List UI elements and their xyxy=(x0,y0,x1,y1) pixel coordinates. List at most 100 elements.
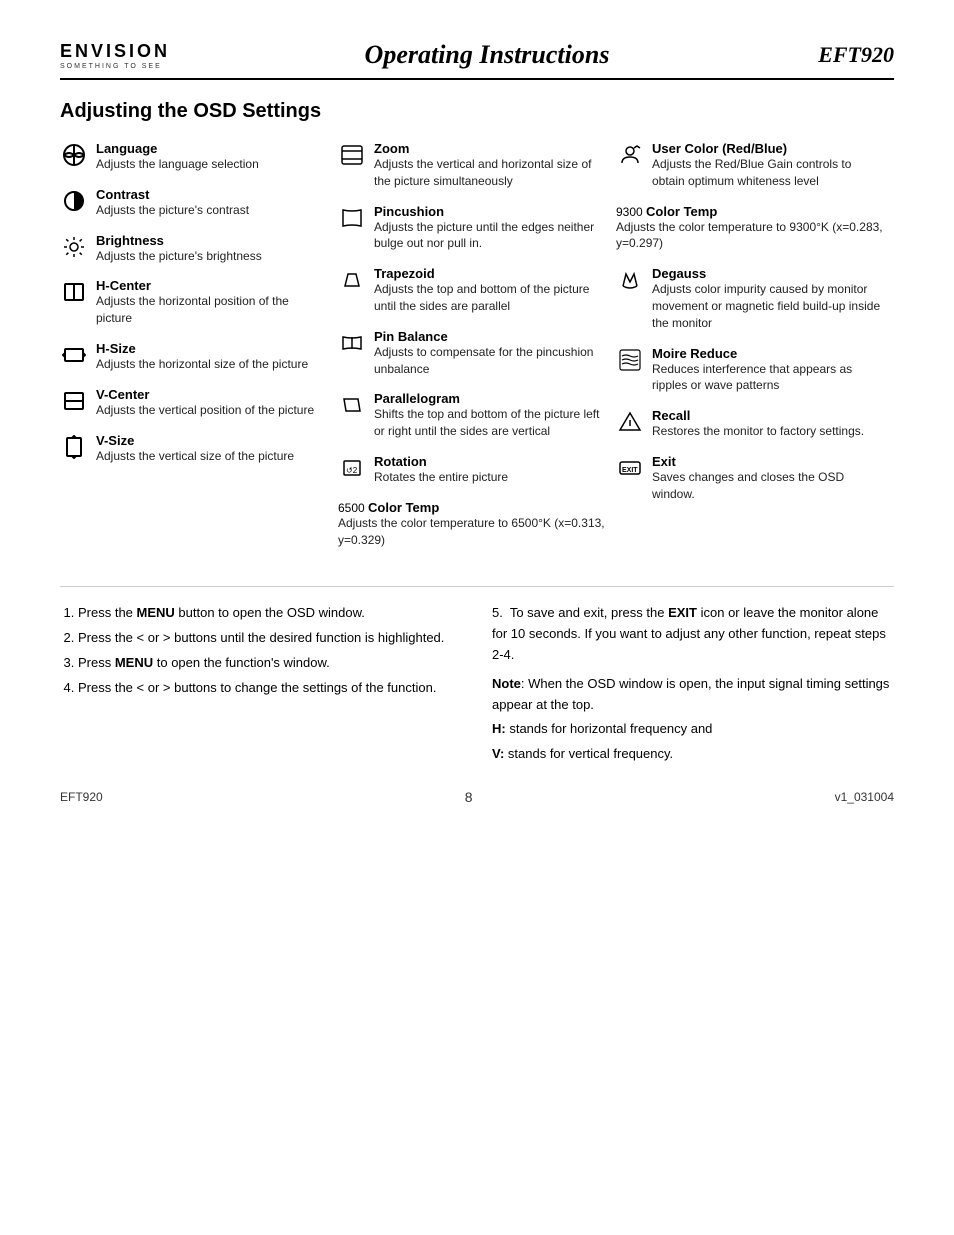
brightness-text: Brightness Adjusts the picture's brightn… xyxy=(96,233,328,265)
instruction-5: 5. To save and exit, press the EXIT icon… xyxy=(492,603,894,665)
instructions-list: Press the MENU button to open the OSD wi… xyxy=(60,603,462,698)
recall-label: Recall xyxy=(652,408,884,423)
footer: EFT920 8 v1_031004 xyxy=(60,789,894,805)
hcenter-desc: Adjusts the horizontal position of the p… xyxy=(96,293,328,327)
trapezoid-desc: Adjusts the top and bottom of the pictur… xyxy=(374,281,606,315)
note-v: V: stands for vertical frequency. xyxy=(492,744,894,765)
note-osd: Note: When the OSD window is open, the i… xyxy=(492,674,894,716)
vsize-desc: Adjusts the vertical size of the picture xyxy=(96,448,328,465)
language-desc: Adjusts the language selection xyxy=(96,156,328,173)
osd-item-brightness: Brightness Adjusts the picture's brightn… xyxy=(60,233,328,265)
osd-item-vcenter: V-Center Adjusts the vertical position o… xyxy=(60,387,328,419)
osd-item-contrast: Contrast Adjusts the picture's contrast xyxy=(60,187,328,219)
parallelogram-icon xyxy=(338,393,366,417)
colortemp9300-label: 9300 Color Temp xyxy=(616,204,884,219)
contrast-label: Contrast xyxy=(96,187,328,202)
vcenter-desc: Adjusts the vertical position of the pic… xyxy=(96,402,328,419)
pinbalance-desc: Adjusts to compensate for the pincushion… xyxy=(374,344,606,378)
zoom-icon xyxy=(338,143,366,167)
hcenter-icon xyxy=(60,280,88,304)
osd-column-2: Zoom Adjusts the vertical and horizontal… xyxy=(338,141,616,562)
usercolor-icon xyxy=(616,143,644,167)
exit-desc: Saves changes and closes the OSD window. xyxy=(652,469,884,503)
osd-item-parallelogram: Parallelogram Shifts the top and bottom … xyxy=(338,391,606,440)
osd-item-colortemp6500: 6500 Color Temp Adjusts the color temper… xyxy=(338,500,606,549)
instruction-4: Press the < or > buttons to change the s… xyxy=(78,678,462,699)
zoom-label: Zoom xyxy=(374,141,606,156)
page: ENVISION SOMETHING TO SEE Operating Inst… xyxy=(0,0,954,845)
osd-item-usercolor: User Color (Red/Blue) Adjusts the Red/Bl… xyxy=(616,141,884,190)
brand: ENVISION SOMETHING TO SEE xyxy=(60,41,180,70)
zoom-text: Zoom Adjusts the vertical and horizontal… xyxy=(374,141,606,190)
brightness-label: Brightness xyxy=(96,233,328,248)
language-text: Language Adjusts the language selection xyxy=(96,141,328,173)
brand-name: ENVISION xyxy=(60,41,180,62)
vcenter-icon xyxy=(60,389,88,413)
pincushion-icon xyxy=(338,206,366,230)
moire-desc: Reduces interference that appears as rip… xyxy=(652,361,884,395)
pincushion-desc: Adjusts the picture until the edges neit… xyxy=(374,219,606,253)
instructions-section: Press the MENU button to open the OSD wi… xyxy=(60,603,894,769)
osd-item-pinbalance: Pin Balance Adjusts to compensate for th… xyxy=(338,329,606,378)
colortemp6500-text: 6500 Color Temp Adjusts the color temper… xyxy=(338,500,606,549)
recall-text: Recall Restores the monitor to factory s… xyxy=(652,408,884,440)
hsize-label: H-Size xyxy=(96,341,328,356)
hcenter-label: H-Center xyxy=(96,278,328,293)
vcenter-label: V-Center xyxy=(96,387,328,402)
section-title: Adjusting the OSD Settings xyxy=(60,100,894,123)
instructions-right: 5. To save and exit, press the EXIT icon… xyxy=(492,603,894,769)
brightness-desc: Adjusts the picture's brightness xyxy=(96,248,328,265)
moire-text: Moire Reduce Reduces interference that a… xyxy=(652,346,884,395)
recall-icon xyxy=(616,410,644,434)
usercolor-desc: Adjusts the Red/Blue Gain controls to ob… xyxy=(652,156,884,190)
degauss-desc: Adjusts color impurity caused by monitor… xyxy=(652,281,884,331)
svg-text:EXIT: EXIT xyxy=(622,467,638,474)
contrast-text: Contrast Adjusts the picture's contrast xyxy=(96,187,328,219)
exit-label: Exit xyxy=(652,454,884,469)
trapezoid-text: Trapezoid Adjusts the top and bottom of … xyxy=(374,266,606,315)
parallelogram-label: Parallelogram xyxy=(374,391,606,406)
osd-item-degauss: Degauss Adjusts color impurity caused by… xyxy=(616,266,884,331)
osd-item-hcenter: H-Center Adjusts the horizontal position… xyxy=(60,278,328,327)
instruction-1: Press the MENU button to open the OSD wi… xyxy=(78,603,462,624)
language-label: Language xyxy=(96,141,328,156)
osd-item-hsize: H-Size Adjusts the horizontal size of th… xyxy=(60,341,328,373)
recall-desc: Restores the monitor to factory settings… xyxy=(652,423,884,440)
contrast-desc: Adjusts the picture's contrast xyxy=(96,202,328,219)
trapezoid-icon xyxy=(338,268,366,292)
vsize-text: V-Size Adjusts the vertical size of the … xyxy=(96,433,328,465)
svg-text:↺2: ↺2 xyxy=(346,466,358,475)
pincushion-label: Pincushion xyxy=(374,204,606,219)
vsize-icon xyxy=(60,435,88,459)
colortemp9300-desc: Adjusts the color temperature to 9300°K … xyxy=(616,219,884,253)
brand-tagline: SOMETHING TO SEE xyxy=(60,63,180,70)
vsize-label: V-Size xyxy=(96,433,328,448)
model-number: EFT920 xyxy=(794,42,894,68)
trapezoid-label: Trapezoid xyxy=(374,266,606,281)
pinbalance-label: Pin Balance xyxy=(374,329,606,344)
exit-icon: EXIT xyxy=(616,456,644,480)
footer-left: EFT920 xyxy=(60,790,103,804)
rotation-desc: Rotates the entire picture xyxy=(374,469,606,486)
osd-settings-grid: Language Adjusts the language selection … xyxy=(60,141,894,562)
vcenter-text: V-Center Adjusts the vertical position o… xyxy=(96,387,328,419)
degauss-icon xyxy=(616,268,644,292)
osd-item-zoom: Zoom Adjusts the vertical and horizontal… xyxy=(338,141,606,190)
zoom-desc: Adjusts the vertical and horizontal size… xyxy=(374,156,606,190)
osd-item-language: Language Adjusts the language selection xyxy=(60,141,328,173)
usercolor-text: User Color (Red/Blue) Adjusts the Red/Bl… xyxy=(652,141,884,190)
instructions-left: Press the MENU button to open the OSD wi… xyxy=(60,603,462,769)
degauss-text: Degauss Adjusts color impurity caused by… xyxy=(652,266,884,331)
brightness-icon xyxy=(60,235,88,259)
footer-center: 8 xyxy=(465,789,473,805)
osd-item-colortemp9300: 9300 Color Temp Adjusts the color temper… xyxy=(616,204,884,253)
parallelogram-desc: Shifts the top and bottom of the picture… xyxy=(374,406,606,440)
hcenter-text: H-Center Adjusts the horizontal position… xyxy=(96,278,328,327)
page-title: Operating Instructions xyxy=(180,40,794,70)
exit-text: Exit Saves changes and closes the OSD wi… xyxy=(652,454,884,503)
hsize-text: H-Size Adjusts the horizontal size of th… xyxy=(96,341,328,373)
instruction-2: Press the < or > buttons until the desir… xyxy=(78,628,462,649)
rotation-icon: ↺2 xyxy=(338,456,366,480)
osd-item-rotation: ↺2 Rotation Rotates the entire picture xyxy=(338,454,606,486)
moire-icon xyxy=(616,348,644,372)
